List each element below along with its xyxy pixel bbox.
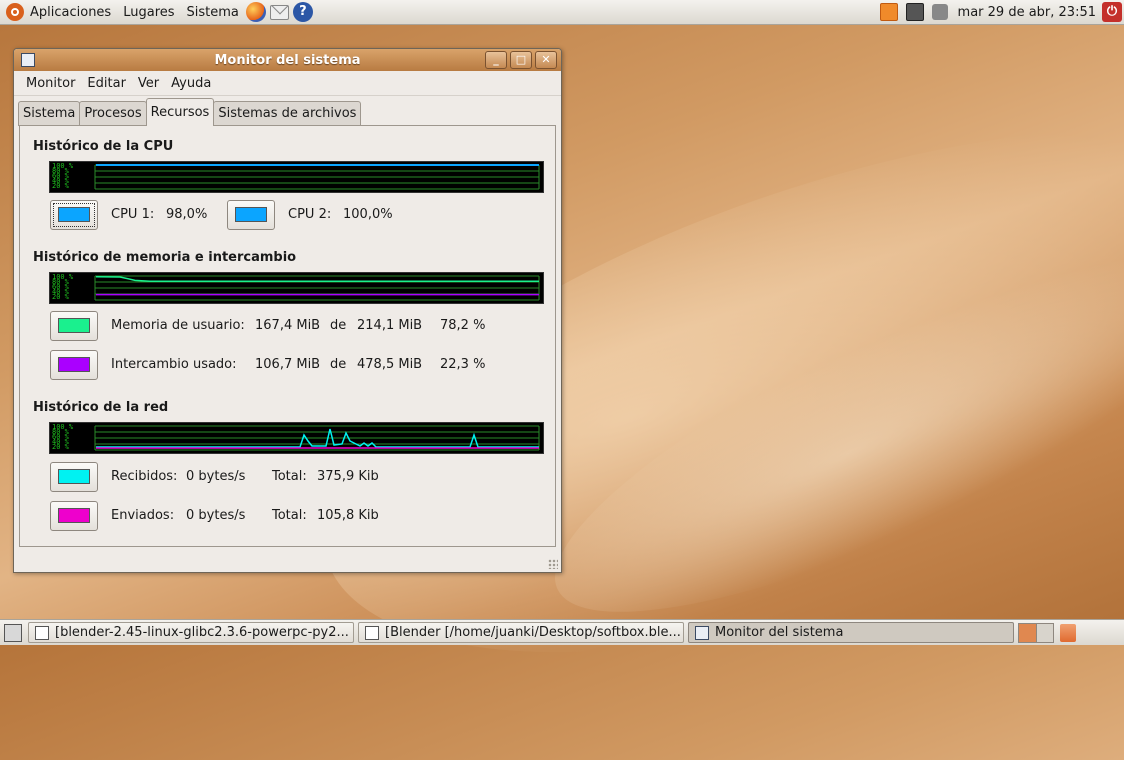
sent-total: 105,8 Kib	[317, 508, 379, 523]
cpu-history-title: Histórico de la CPU	[33, 139, 174, 154]
user-memory-percent: 78,2 %	[440, 318, 486, 333]
system-monitor-icon	[695, 625, 709, 640]
tab-bar: Sistema Procesos Recursos Sistemas de ar…	[18, 98, 362, 126]
received-rate: 0 bytes/s	[186, 469, 246, 484]
network-history-graph: 100 % 80 % 60 % 40 % 20 %	[49, 422, 544, 454]
bottom-panel: [blender-2.45-linux-glibc2.3.6-powerpc-p…	[0, 619, 1124, 645]
tab-sistemas-de-archivos[interactable]: Sistemas de archivos	[213, 101, 362, 126]
window-titlebar[interactable]: Monitor del sistema _ □ ✕	[14, 49, 561, 71]
swap-color-button[interactable]	[50, 350, 98, 380]
cpu-history-graph: 100 % 80 % 60 % 40 % 20 %	[49, 161, 544, 193]
help-launcher-icon[interactable]: ?	[292, 2, 313, 22]
user-memory-of: de	[330, 318, 347, 333]
cpu2-color-button[interactable]	[227, 200, 275, 230]
swap-label: Intercambio usado:	[111, 357, 237, 372]
cpu1-color-button[interactable]	[50, 200, 98, 230]
sent-rate: 0 bytes/s	[186, 508, 246, 523]
cpu2-color-swatch	[235, 207, 267, 222]
sent-color-swatch	[58, 508, 90, 523]
sent-total-label: Total:	[272, 508, 307, 523]
task-button-system-monitor[interactable]: Monitor del sistema	[688, 622, 1014, 643]
received-color-button[interactable]	[50, 462, 98, 492]
menu-editar[interactable]: Editar	[81, 76, 132, 91]
menu-aplicaciones[interactable]: Aplicaciones	[24, 5, 117, 20]
tab-recursos[interactable]: Recursos	[145, 98, 215, 126]
window-title: Monitor del sistema	[214, 52, 361, 68]
show-desktop-icon[interactable]	[4, 623, 22, 642]
firefox-launcher-icon[interactable]	[245, 2, 266, 22]
graph-tick-label: 20 %	[52, 182, 70, 190]
cpu2-value: 100,0%	[343, 207, 393, 222]
clock[interactable]: mar 29 de abr, 23:51	[952, 5, 1102, 20]
close-button[interactable]: ✕	[535, 51, 557, 69]
swap-color-swatch	[58, 357, 90, 372]
cpu1-label: CPU 1:	[111, 207, 155, 222]
archive-icon	[35, 625, 49, 640]
power-icon[interactable]: ⏻	[1102, 2, 1122, 22]
maximize-button[interactable]: □	[510, 51, 532, 69]
received-total-label: Total:	[272, 469, 307, 484]
task-button-blender-archive[interactable]: [blender-2.45-linux-glibc2.3.6-powerpc-p…	[28, 622, 354, 643]
update-notifier-icon[interactable]	[879, 3, 898, 21]
cpu2-label: CPU 2:	[288, 207, 332, 222]
tab-procesos[interactable]: Procesos	[79, 101, 147, 126]
top-panel: Aplicaciones Lugares Sistema ? mar 29 de…	[0, 0, 1124, 25]
system-monitor-window: Monitor del sistema _ □ ✕ Monitor Editar…	[13, 48, 562, 573]
menu-lugares[interactable]: Lugares	[117, 5, 180, 20]
sent-color-button[interactable]	[50, 501, 98, 531]
network-icon[interactable]	[905, 3, 924, 21]
trash-icon[interactable]	[1060, 623, 1076, 642]
graph-tick-label: 20 %	[52, 293, 70, 301]
task-button-blender[interactable]: [Blender [/home/juanki/Desktop/softbox.b…	[358, 622, 684, 643]
graph-tick-label: 20 %	[52, 443, 70, 451]
resize-grip[interactable]	[548, 559, 558, 569]
minimize-button[interactable]: _	[485, 51, 507, 69]
task-label: Monitor del sistema	[715, 625, 844, 640]
user-memory-label: Memoria de usuario:	[111, 318, 245, 333]
volume-muted-icon[interactable]	[931, 4, 948, 20]
swap-of: de	[330, 357, 347, 372]
ubuntu-logo-icon[interactable]	[6, 3, 24, 21]
menu-ayuda[interactable]: Ayuda	[165, 76, 217, 91]
received-color-swatch	[58, 469, 90, 484]
menu-monitor[interactable]: Monitor	[20, 76, 81, 91]
received-label: Recibidos:	[111, 469, 178, 484]
cpu1-color-swatch	[58, 207, 90, 222]
user-memory-color-button[interactable]	[50, 311, 98, 341]
menubar: Monitor Editar Ver Ayuda	[14, 71, 561, 96]
memory-history-graph: 100 % 80 % 60 % 40 % 20 %	[49, 272, 544, 304]
swap-total: 478,5 MiB	[357, 357, 423, 372]
menu-ver[interactable]: Ver	[132, 76, 165, 91]
tab-sistema[interactable]: Sistema	[18, 101, 81, 126]
user-memory-total: 214,1 MiB	[357, 318, 423, 333]
task-label: [blender-2.45-linux-glibc2.3.6-powerpc-p…	[55, 625, 349, 640]
resources-panel: Histórico de la CPU 100 % 80 % 60 % 40 % 20 …	[19, 125, 556, 547]
user-memory-series-line	[95, 275, 539, 282]
swap-percent: 22,3 %	[440, 357, 486, 372]
window-icon	[365, 625, 379, 640]
app-icon[interactable]	[21, 53, 35, 67]
user-memory-color-swatch	[58, 318, 90, 333]
network-history-title: Histórico de la red	[33, 400, 169, 415]
mail-launcher-icon[interactable]	[269, 4, 289, 20]
user-memory-used: 167,4 MiB	[255, 318, 321, 333]
swap-used: 106,7 MiB	[255, 357, 321, 372]
sent-label: Enviados:	[111, 508, 175, 523]
menu-sistema[interactable]: Sistema	[181, 5, 245, 20]
workspace-switcher[interactable]	[1018, 622, 1054, 643]
memory-history-title: Histórico de memoria e intercambio	[33, 250, 297, 265]
cpu1-value: 98,0%	[166, 207, 208, 222]
received-total: 375,9 Kib	[317, 469, 379, 484]
task-label: [Blender [/home/juanki/Desktop/softbox.b…	[385, 625, 681, 640]
